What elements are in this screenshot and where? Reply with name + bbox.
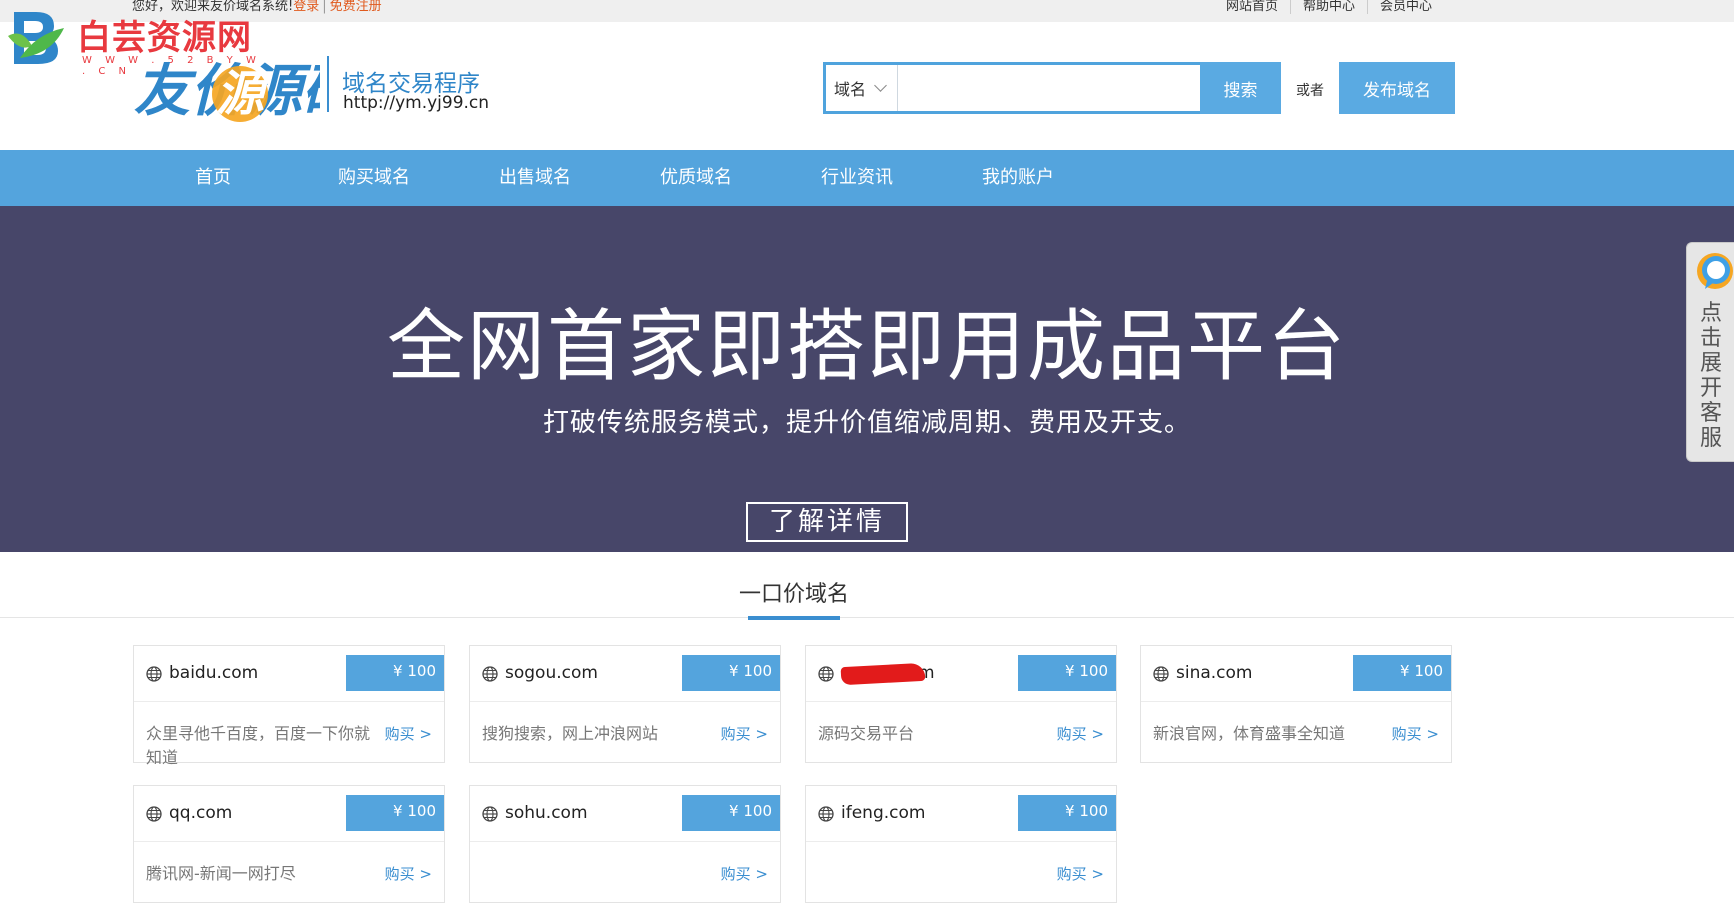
- domain-description: 新浪官网，体育盛事全知道: [1153, 724, 1346, 743]
- or-text: 或者: [1296, 83, 1324, 99]
- redaction-mark: [840, 662, 926, 686]
- buy-link[interactable]: 购买 >: [1392, 722, 1439, 746]
- register-link[interactable]: 免费注册: [330, 0, 382, 14]
- card-header: sogou.com ¥ 100: [470, 646, 780, 702]
- buy-link[interactable]: 购买 >: [1057, 722, 1104, 746]
- domain-card: m ¥ 100 源码交易平台 购买 >: [805, 645, 1117, 763]
- section-accent-bar: [748, 616, 840, 620]
- globe-icon: [1153, 666, 1169, 682]
- link-separator: |: [322, 0, 327, 14]
- price-badge: ¥ 100: [346, 655, 444, 691]
- nav-industry-news[interactable]: 行业资讯: [777, 150, 937, 206]
- brand-logo-icon[interactable]: 友价源码 源: [130, 50, 320, 122]
- hero-banner: 全网首家即搭即用成品平台 打破传统服务模式，提升价值缩减周期、费用及开支。 了解…: [0, 206, 1734, 552]
- price-badge: ¥ 100: [1018, 795, 1116, 831]
- domain-card: sohu.com ¥ 100 购买 >: [469, 785, 781, 903]
- member-center-link[interactable]: 会员中心: [1366, 0, 1444, 14]
- main-nav: 首页 购买域名 出售域名 优质域名 行业资讯 我的账户: [0, 150, 1734, 206]
- section-divider: [0, 617, 1734, 618]
- search-button[interactable]: 搜索: [1200, 62, 1281, 114]
- card-header: baidu.com ¥ 100: [134, 646, 444, 702]
- domain-card: baidu.com ¥ 100 众里寻他千百度，百度一下你就知道 购买 >: [133, 645, 445, 767]
- publish-domain-button[interactable]: 发布域名: [1339, 62, 1455, 114]
- domain-description: 众里寻他千百度，百度一下你就知道: [146, 724, 371, 767]
- chevron-down-icon: [874, 79, 887, 92]
- domain-name[interactable]: sina.com: [1176, 663, 1252, 683]
- nav-home[interactable]: 首页: [133, 150, 293, 206]
- price-badge: ¥ 100: [346, 795, 444, 831]
- search-type-select[interactable]: 域名: [826, 65, 898, 111]
- buy-link[interactable]: 购买 >: [721, 862, 768, 886]
- chat-bubble-icon: [1697, 253, 1733, 289]
- card-header: sohu.com ¥ 100: [470, 786, 780, 842]
- brand-url: http://ym.yj99.cn: [343, 93, 490, 113]
- globe-icon: [146, 666, 162, 682]
- globe-icon: [482, 806, 498, 822]
- domain-description: 腾讯网-新闻一网打尽: [146, 864, 296, 883]
- price-badge: ¥ 100: [1353, 655, 1451, 691]
- card-header: qq.com ¥ 100: [134, 786, 444, 842]
- banner-title: 全网首家即搭即用成品平台: [386, 302, 1347, 392]
- watermark-logo-icon: [8, 12, 64, 64]
- domain-name[interactable]: sohu.com: [505, 803, 588, 823]
- buy-link[interactable]: 购买 >: [385, 722, 432, 746]
- card-header: m ¥ 100: [806, 646, 1116, 702]
- help-center-link[interactable]: 帮助中心: [1289, 0, 1367, 14]
- learn-more-button[interactable]: 了解详情: [746, 502, 908, 542]
- buy-link[interactable]: 购买 >: [1057, 862, 1104, 886]
- globe-icon: [818, 806, 834, 822]
- nav-premium-domain[interactable]: 优质域名: [616, 150, 776, 206]
- buy-link[interactable]: 购买 >: [385, 862, 432, 886]
- top-links: 网站首页 帮助中心 会员中心: [1214, 0, 1444, 14]
- banner-subtitle: 打破传统服务模式，提升价值缩减周期、费用及开支。: [542, 408, 1191, 438]
- domain-name[interactable]: baidu.com: [169, 663, 258, 683]
- buy-link[interactable]: 购买 >: [721, 722, 768, 746]
- site-home-link[interactable]: 网站首页: [1214, 0, 1290, 14]
- nav-sell-domain[interactable]: 出售域名: [455, 150, 615, 206]
- globe-icon: [146, 806, 162, 822]
- globe-icon: [818, 666, 834, 682]
- card-header: ifeng.com ¥ 100: [806, 786, 1116, 842]
- customer-service-label: 点击展开客服: [1699, 301, 1722, 451]
- domain-card: sogou.com ¥ 100 搜狗搜索，网上冲浪网站 购买 >: [469, 645, 781, 763]
- domain-name[interactable]: ifeng.com: [841, 803, 925, 823]
- domain-description: 源码交易平台: [818, 724, 915, 743]
- domain-name[interactable]: sogou.com: [505, 663, 598, 683]
- login-link[interactable]: 登录: [293, 0, 319, 14]
- brand-divider: [327, 56, 329, 112]
- section-title: 一口价域名: [738, 582, 849, 607]
- domain-name[interactable]: qq.com: [169, 803, 232, 823]
- price-badge: ¥ 100: [682, 795, 780, 831]
- domain-card: sina.com ¥ 100 新浪官网，体育盛事全知道 购买 >: [1140, 645, 1452, 763]
- domain-card: qq.com ¥ 100 腾讯网-新闻一网打尽 购买 >: [133, 785, 445, 903]
- globe-icon: [482, 666, 498, 682]
- search-type-value: 域名: [834, 80, 867, 99]
- nav-buy-domain[interactable]: 购买域名: [294, 150, 454, 206]
- customer-service-float[interactable]: 点击展开客服: [1686, 242, 1734, 462]
- price-badge: ¥ 100: [1018, 655, 1116, 691]
- card-header: sina.com ¥ 100: [1141, 646, 1451, 702]
- domain-card: ifeng.com ¥ 100 购买 >: [805, 785, 1117, 903]
- domain-description: 搜狗搜索，网上冲浪网站: [482, 724, 659, 743]
- nav-my-account[interactable]: 我的账户: [938, 150, 1098, 206]
- price-badge: ¥ 100: [682, 655, 780, 691]
